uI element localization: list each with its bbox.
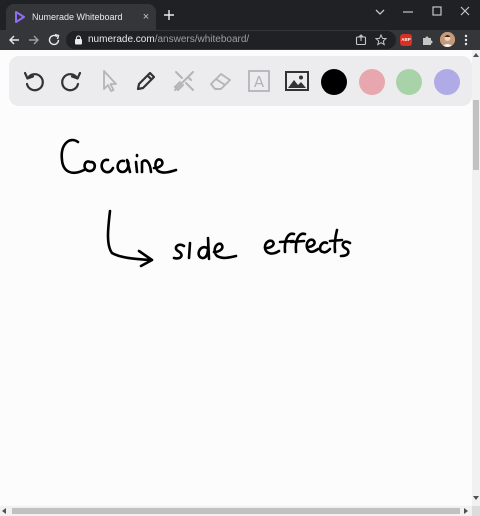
redo-button[interactable] [55, 65, 87, 97]
tools-button[interactable] [168, 65, 200, 97]
vertical-scroll-thumb[interactable] [473, 100, 479, 170]
vertical-scrollbar[interactable] [472, 50, 480, 506]
browser-tab[interactable]: Numerade Whiteboard × [6, 4, 156, 30]
tab-title: Numerade Whiteboard [32, 12, 123, 22]
cursor-icon [103, 70, 117, 92]
minimize-icon[interactable] [398, 4, 418, 20]
color-purple[interactable] [434, 69, 460, 95]
undo-icon [23, 71, 44, 92]
image-icon [285, 71, 309, 91]
share-icon[interactable] [355, 34, 367, 46]
handwriting-side-effects [172, 228, 352, 261]
more-menu-icon[interactable] [461, 33, 471, 47]
handwriting-arrow [106, 209, 154, 268]
url-host: numerade.com [88, 34, 155, 45]
horizontal-scroll-thumb[interactable] [12, 508, 460, 514]
address-bar[interactable]: numerade.com/answers/whiteboard/ [66, 31, 396, 49]
url-text: numerade.com/answers/whiteboard/ [88, 33, 249, 47]
text-icon: A [248, 70, 270, 92]
text-tool-glyph: A [254, 73, 265, 91]
tools-icon [173, 71, 194, 92]
select-button[interactable] [93, 65, 125, 97]
pen-button[interactable] [130, 65, 162, 97]
image-button[interactable] [281, 65, 313, 97]
tab-close-icon[interactable]: × [140, 10, 152, 24]
whiteboard-page: A [0, 50, 472, 506]
horizontal-scrollbar[interactable] [0, 506, 472, 516]
eraser-button[interactable] [205, 65, 237, 97]
bookmark-star-icon[interactable] [375, 34, 387, 46]
text-button[interactable]: A [243, 65, 275, 97]
whiteboard-toolbar: A [9, 56, 472, 106]
numerade-logo-icon [15, 11, 25, 23]
color-green[interactable] [396, 69, 422, 95]
url-path: /answers/whiteboard/ [154, 34, 250, 45]
maximize-icon[interactable] [427, 4, 447, 20]
color-pink[interactable] [359, 69, 385, 95]
tab-search-icon[interactable] [370, 4, 390, 20]
scroll-up-arrow-icon[interactable] [473, 53, 479, 57]
scrollbar-corner [472, 506, 480, 516]
browser-toolbar: numerade.com/answers/whiteboard/ ABP [0, 30, 480, 50]
scroll-left-arrow-icon[interactable] [2, 508, 6, 514]
handwriting-cocaine [60, 138, 178, 174]
forward-icon[interactable] [26, 32, 42, 48]
reload-icon[interactable] [46, 32, 62, 48]
avatar-icon [440, 32, 455, 47]
new-tab-icon[interactable] [162, 8, 176, 22]
close-window-icon[interactable] [455, 4, 475, 20]
eraser-icon [210, 73, 231, 90]
undo-button[interactable] [18, 65, 50, 97]
scroll-right-arrow-icon[interactable] [464, 508, 468, 514]
browser-titlebar: Numerade Whiteboard × [0, 0, 480, 30]
extensions-puzzle-icon[interactable] [420, 33, 434, 47]
adblock-extension-icon[interactable]: ABP [400, 34, 412, 46]
back-icon[interactable] [6, 32, 22, 48]
profile-avatar[interactable] [440, 32, 455, 47]
color-black[interactable] [321, 69, 347, 95]
drawing-canvas[interactable] [0, 110, 472, 506]
redo-icon [61, 71, 82, 92]
pen-icon [136, 71, 156, 91]
lock-icon[interactable] [74, 35, 83, 45]
scroll-down-arrow-icon[interactable] [473, 496, 479, 500]
